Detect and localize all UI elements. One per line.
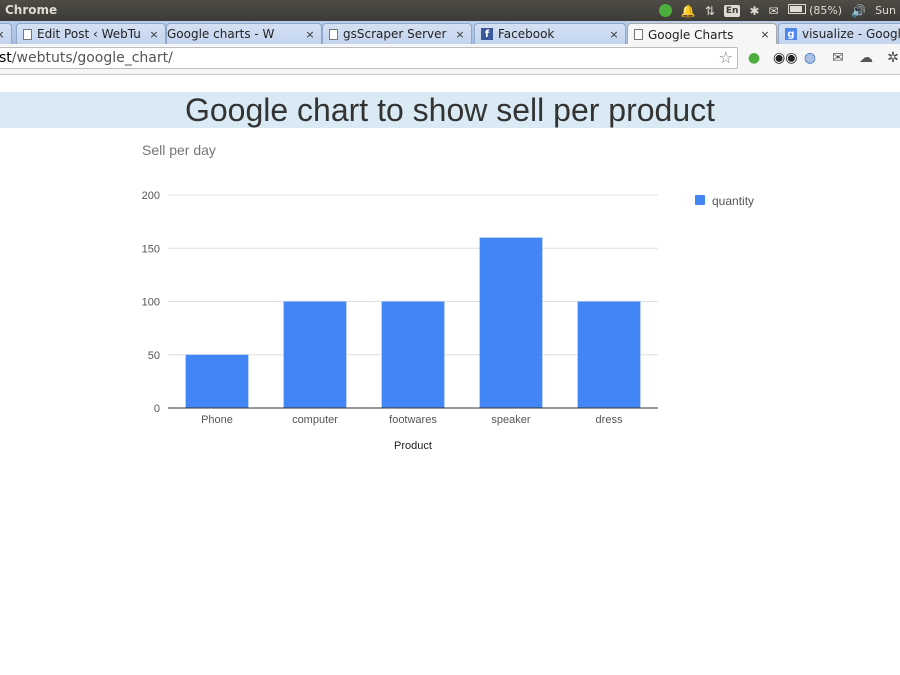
tab-close-icon[interactable]: ×: [303, 28, 317, 41]
tab-edit-post[interactable]: Edit Post ‹ WebTu ×: [16, 23, 166, 44]
eyes-icon[interactable]: ◉◉: [773, 50, 797, 66]
facebook-icon: f: [481, 28, 493, 40]
tab-partial-hidden[interactable]: ×: [0, 23, 12, 44]
bar-computer: [283, 301, 347, 408]
tab-close-icon[interactable]: ×: [453, 28, 467, 41]
tab-gsscraper[interactable]: gsScraper Server ×: [322, 23, 472, 44]
cloud-icon[interactable]: ☁: [857, 50, 875, 66]
tab-visualize-google[interactable]: g visualize - Google: [778, 23, 900, 44]
active-app-name: Chrome: [5, 3, 58, 17]
address-host: st: [0, 50, 12, 66]
system-tray: 🔔 ⇅ En ✱ ✉ (85%) 🔊 Sun: [658, 0, 896, 21]
x-axis-label: Product: [394, 440, 432, 452]
battery-icon: [787, 4, 806, 14]
battery-indicator[interactable]: (85%): [787, 4, 843, 17]
bar-footwares: [381, 301, 445, 408]
mail-icon[interactable]: ✉: [829, 50, 847, 66]
bar-dress: [577, 301, 641, 408]
x-tick-label: computer: [292, 414, 338, 426]
volume-icon[interactable]: 🔊: [851, 4, 866, 18]
y-tick-label: 200: [142, 190, 160, 202]
bookmark-star-icon[interactable]: ☆: [719, 48, 733, 67]
bug-icon[interactable]: ✲: [884, 50, 900, 66]
tab-google-charts-active[interactable]: Google Charts ×: [627, 23, 777, 44]
bar-phone: [185, 354, 249, 408]
address-bar[interactable]: st/webtuts/google_chart/ ☆: [0, 47, 738, 69]
network-arrows-icon[interactable]: ⇅: [705, 4, 715, 18]
y-tick-label: 50: [148, 350, 160, 362]
tab-title: Google Charts: [648, 27, 734, 42]
tab-facebook[interactable]: f Facebook ×: [474, 23, 626, 44]
x-axis-ticks: Phone computer footwares speaker dress: [201, 414, 623, 426]
legend-label: quantity: [712, 194, 754, 208]
chart-bars: [185, 237, 641, 408]
x-tick-label: Phone: [201, 414, 233, 426]
address-path: /webtuts/google_chart/: [11, 50, 173, 66]
page-icon: [329, 28, 338, 40]
tab-strip: × Edit Post ‹ WebTu × ılı Google charts …: [0, 21, 900, 45]
status-dot-icon[interactable]: [658, 4, 672, 17]
evernote-icon[interactable]: ●: [745, 50, 763, 66]
x-tick-label: footwares: [389, 414, 437, 426]
y-tick-label: 150: [142, 243, 160, 255]
y-axis-ticks: 0 50 100 150 200: [142, 190, 160, 415]
page-icon: [23, 28, 32, 40]
page-header: Google chart to show sell per product: [0, 92, 900, 128]
column-chart: Sell per day 0 50 100 150 200 Phone computer f…: [142, 142, 754, 452]
google-icon: g: [785, 28, 797, 40]
tab-title: Facebook: [498, 27, 555, 41]
keyboard-layout-indicator[interactable]: En: [723, 4, 741, 17]
y-tick-label: 0: [154, 403, 160, 415]
tab-close-icon[interactable]: ×: [147, 28, 161, 41]
tab-close-icon[interactable]: ×: [758, 28, 772, 41]
y-tick-label: 100: [142, 297, 160, 309]
system-top-panel: Chrome 🔔 ⇅ En ✱ ✉ (85%) 🔊 Sun: [0, 0, 900, 21]
chart-title: Sell per day: [142, 142, 216, 158]
tab-title: Edit Post ‹ WebTu: [37, 27, 141, 41]
tab-title: visualize - Google: [802, 27, 900, 41]
tab-google-charts-w[interactable]: ılı Google charts - W ×: [166, 23, 322, 44]
x-tick-label: speaker: [491, 414, 530, 426]
bell-icon[interactable]: 🔔: [681, 4, 696, 18]
chart-legend[interactable]: quantity: [695, 194, 754, 208]
battery-text: (85%): [809, 4, 843, 17]
tab-close-icon[interactable]: ×: [0, 28, 7, 41]
tab-title: gsScraper Server: [343, 27, 447, 41]
page-icon: [634, 29, 643, 40]
legend-swatch: [695, 195, 705, 205]
tab-close-icon[interactable]: ×: [607, 28, 621, 41]
page-title: Google chart to show sell per product: [184, 92, 716, 128]
clock-day[interactable]: Sun: [875, 4, 896, 17]
mail-icon[interactable]: ✉: [769, 4, 779, 18]
browser-toolbar: st/webtuts/google_chart/ ☆: [0, 44, 900, 75]
bar-speaker: [479, 237, 543, 408]
tab-title: Google charts - W: [167, 27, 275, 41]
globe-icon[interactable]: ◍: [801, 50, 819, 66]
bluetooth-icon[interactable]: ✱: [749, 4, 759, 18]
x-tick-label: dress: [596, 414, 623, 426]
